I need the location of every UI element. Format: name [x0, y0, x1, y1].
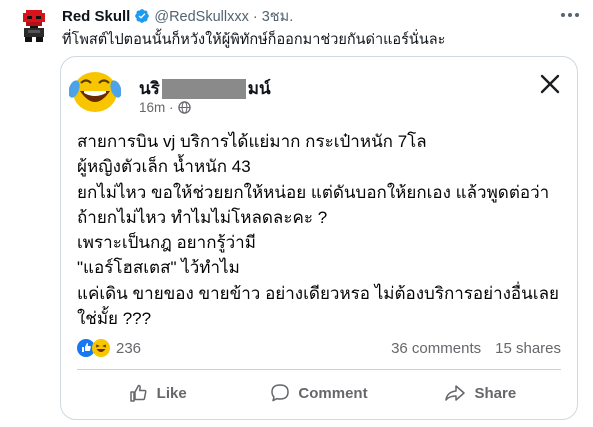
close-icon[interactable]: [537, 71, 563, 97]
tweet-text: ที่โพสต์ไปตอนนั้นก็หวังให้ผู้พิทักษ์ก็ออ…: [62, 32, 446, 48]
comment-label: Comment: [298, 384, 368, 402]
post-time[interactable]: 16m ·: [139, 100, 174, 115]
post-line: สายการบิน vj บริการได้แย่มาก กระเป๋าหนัก…: [77, 132, 427, 151]
tweet-header: Red Skull @RedSkullxxx · 3ชม.: [62, 6, 293, 26]
verified-badge-icon: [135, 9, 150, 23]
post-line: ถ้ายกไม่ไหว ทำไมไม่โหลดละคะ ?: [77, 207, 328, 227]
engagement-counts: 36 comments 15 shares: [391, 340, 561, 357]
poster-name[interactable]: นริ มน์: [139, 75, 271, 102]
tweet: Red Skull @RedSkullxxx · 3ชม. ที่โพสต์ไป…: [0, 0, 593, 427]
laughing-crying-emoji: [69, 72, 121, 112]
post-line: ใช่มั้ย ???: [77, 309, 152, 329]
post-meta: 16m ·: [139, 100, 191, 115]
more-options-icon[interactable]: [559, 6, 581, 24]
shares-count[interactable]: 15 shares: [495, 340, 561, 357]
redaction-bar: [161, 78, 246, 99]
post-actions: Like Comment Share: [77, 375, 561, 411]
poster-name-end: มน์: [247, 79, 271, 98]
share-button[interactable]: Share: [400, 375, 561, 411]
post-line: ยกไม่ไหว ขอให้ช่วยยกให้หน่อย แต่ดันบอกให…: [77, 182, 550, 202]
thumbs-up-icon: [129, 384, 147, 402]
globe-icon: [177, 101, 191, 114]
avatar[interactable]: [20, 8, 48, 42]
like-label: Like: [156, 384, 187, 402]
post-line: แค่เดิน ขายของ ขายข้าว อย่างเดียวหรอ ไม่…: [77, 283, 559, 303]
like-button[interactable]: Like: [77, 375, 238, 411]
poster-name-start: นริ: [139, 79, 160, 98]
post-body: สายการบิน vj บริการได้แย่มาก กระเป๋าหนัก…: [77, 129, 565, 331]
post-line: ผู้หญิงตัวเล็ก น้ำหนัก 43: [77, 157, 251, 177]
embedded-facebook-post[interactable]: นริ มน์ 16m · สายการบิน vj บริการได้แย่ม…: [60, 56, 578, 420]
author-name[interactable]: Red Skull: [62, 8, 130, 25]
post-line: เพราะเป็นกฎ อยากรู้ว่ามี: [77, 233, 256, 253]
post-line: "แอร์โฮสเตส" ไว้ทำไม: [77, 258, 240, 278]
author-handle-time[interactable]: @RedSkullxxx · 3ชม.: [154, 5, 293, 28]
post-stats: 236 36 comments 15 shares: [77, 337, 561, 359]
comments-count[interactable]: 36 comments: [391, 340, 481, 357]
haha-reaction-icon: [92, 339, 110, 357]
comment-icon: [271, 384, 290, 402]
reaction-count: 236: [116, 339, 142, 357]
share-icon: [445, 385, 466, 401]
reactions[interactable]: 236: [77, 339, 141, 357]
share-label: Share: [474, 384, 517, 402]
divider: [77, 369, 561, 370]
comment-button[interactable]: Comment: [238, 375, 399, 411]
